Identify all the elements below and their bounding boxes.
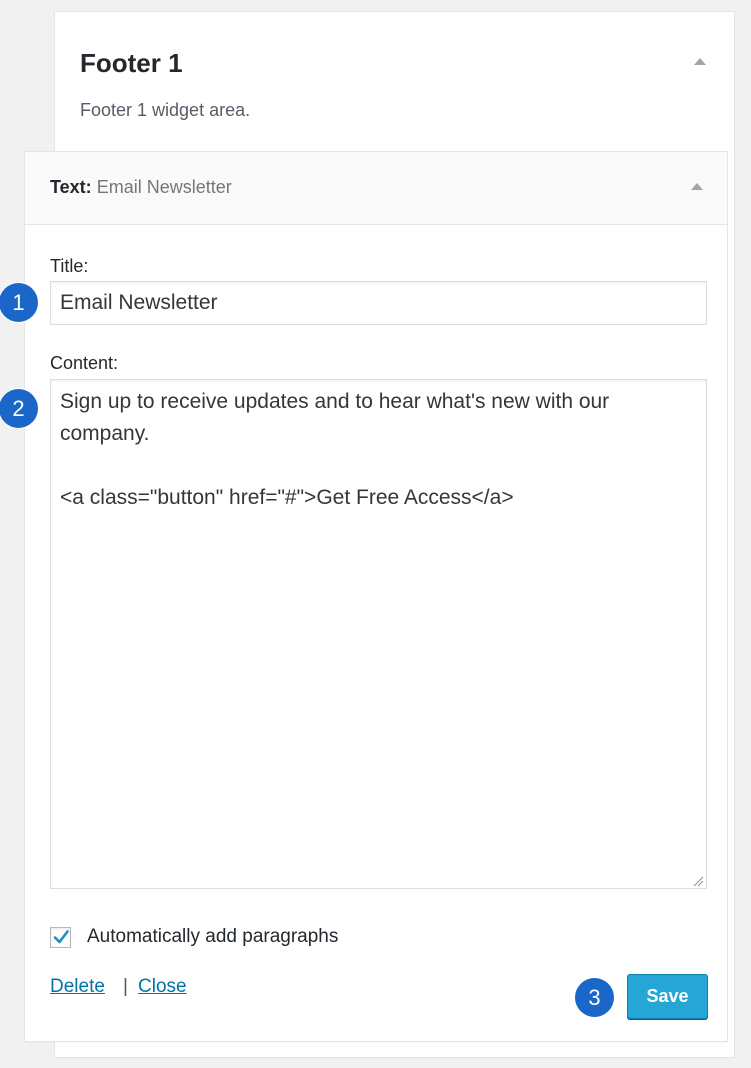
text-widget: Text: Email Newsletter Title: Content: S… [24,151,728,1042]
close-link[interactable]: Close [138,976,187,998]
save-button[interactable]: Save [627,974,708,1019]
sidebar-title: Footer 1 [80,48,183,78]
title-input[interactable] [50,281,707,325]
step-badge-2: 2 [0,389,38,428]
autop-checkbox[interactable] [50,927,71,948]
title-label: Title: [50,256,89,276]
delete-link[interactable]: Delete [50,976,105,998]
step-badge-3: 3 [575,978,614,1017]
step-badge-1: 1 [0,283,38,322]
checkmark-icon [53,930,69,944]
widget-type-label: Text: [50,177,92,197]
sidebar-description: Footer 1 widget area. [80,100,251,120]
content-textarea[interactable]: Sign up to receive updates and to hear w… [50,379,707,889]
widget-name: Email Newsletter [96,177,232,197]
collapse-arrow-icon[interactable] [694,58,706,65]
autop-label[interactable]: Automatically add paragraphs [87,926,338,948]
content-label: Content: [50,353,119,373]
resize-grip-icon[interactable] [693,876,704,887]
link-separator: | [123,976,128,997]
sidebar-header[interactable]: Footer 1 [80,48,183,79]
widget-toggle-arrow-icon[interactable] [691,183,703,190]
widget-title: Text: Email Newsletter [50,177,232,198]
widget-header[interactable]: Text: Email Newsletter [25,152,727,225]
